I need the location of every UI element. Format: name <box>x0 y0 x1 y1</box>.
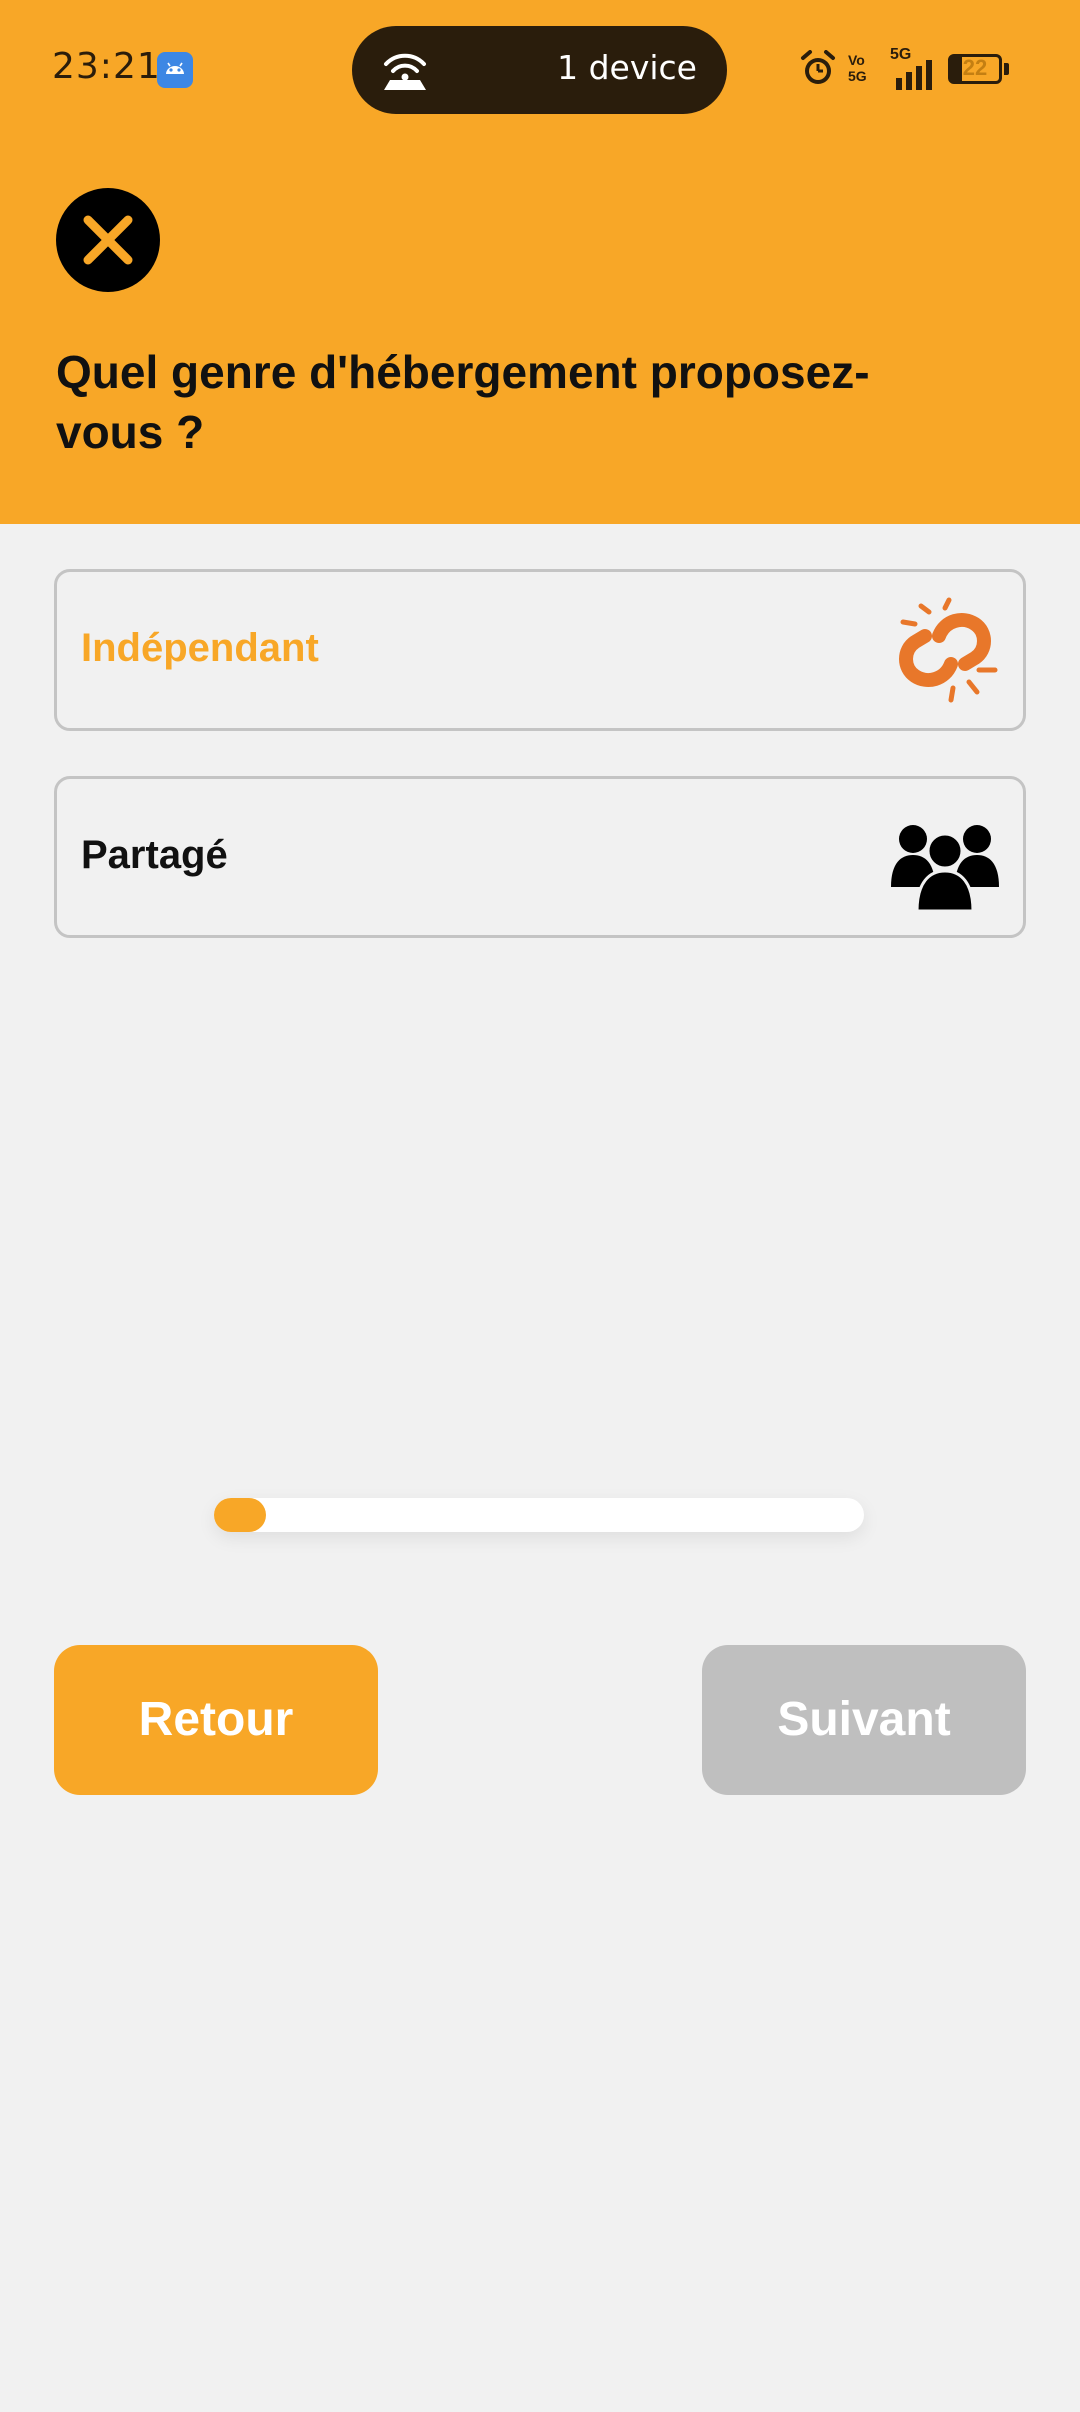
option-independant[interactable]: Indépendant <box>54 569 1026 731</box>
linked-chain-icon <box>899 597 998 703</box>
status-time: 23:21 <box>52 46 161 87</box>
dynamic-island[interactable]: 1 device <box>352 26 727 114</box>
close-button[interactable] <box>56 188 160 292</box>
connected-devices-text: 1 device <box>557 48 697 87</box>
progress-bar <box>214 1498 864 1532</box>
option-partage[interactable]: Partagé <box>54 776 1026 938</box>
progress-fill <box>214 1498 266 1532</box>
alarm-icon <box>801 50 835 84</box>
status-bar: 23:21 1 device Vo 5G 5G 22 <box>0 0 1080 140</box>
option-label: Partagé <box>81 833 228 877</box>
next-button[interactable]: Suivant <box>702 1645 1026 1795</box>
close-icon <box>83 215 133 265</box>
back-button[interactable]: Retour <box>54 1645 378 1795</box>
header: 23:21 1 device Vo 5G 5G 22 Quel genre d'… <box>0 0 1080 524</box>
hotspot-icon <box>384 53 426 90</box>
volte-icon: Vo 5G <box>848 52 867 84</box>
people-group-icon <box>891 825 999 911</box>
option-label: Indépendant <box>81 626 319 670</box>
battery-icon: 22 <box>948 54 1002 84</box>
android-icon <box>157 52 193 88</box>
status-icons: Vo 5G 5G 22 <box>800 46 1040 90</box>
battery-level: 22 <box>962 55 988 80</box>
page-title: Quel genre d'hébergement proposez-vous ? <box>56 346 870 458</box>
